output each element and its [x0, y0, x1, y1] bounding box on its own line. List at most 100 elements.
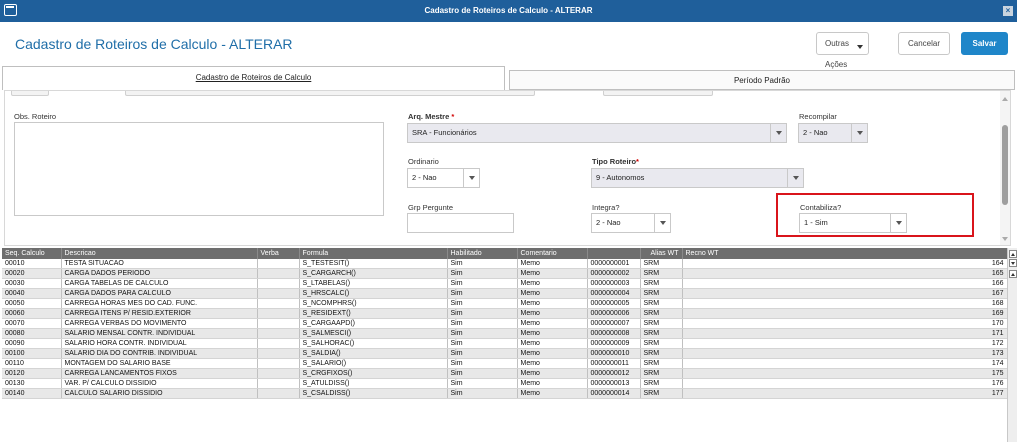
table-cell: Memo — [517, 318, 588, 330]
table-cell: SRM — [640, 268, 683, 280]
table-cell: CARGA DADOS PARA CALCULO — [61, 288, 258, 300]
obs-roteiro-textarea[interactable] — [14, 122, 384, 216]
table-row[interactable]: 00060 CARREGA ITENS P/ RESID.EXTERIOR S_RE… — [2, 308, 1007, 320]
column-header[interactable] — [587, 248, 641, 259]
table-cell: S_ATULDISS() — [299, 378, 448, 390]
chevron-down-icon[interactable] — [463, 169, 479, 187]
table-cell: 00030 — [2, 278, 62, 290]
arq-mestre-label-text: Arq. Mestre — [408, 112, 450, 121]
scroll-down-icon[interactable] — [1002, 237, 1008, 241]
table-cell: 169 — [682, 308, 1007, 320]
scroll-bottom-icon[interactable] — [1009, 259, 1017, 267]
chevron-down-icon[interactable] — [787, 169, 803, 187]
table-cell — [257, 368, 300, 380]
chevron-down-icon[interactable] — [654, 214, 670, 232]
table-cell: S_CRGFIXOS() — [299, 368, 448, 380]
table-cell — [257, 268, 300, 280]
table-cell: Sim — [447, 348, 518, 360]
table-row[interactable]: 00130 VAR. P/ CALCULO DISSIDIO S_ATULDISS(… — [2, 378, 1007, 390]
table-cell: 167 — [682, 288, 1007, 300]
table-cell: 0000000007 — [587, 318, 641, 330]
chevron-down-icon[interactable] — [890, 214, 906, 232]
chevron-down-icon[interactable] — [851, 124, 867, 142]
table-cell: Memo — [517, 288, 588, 300]
column-header[interactable]: Descricao — [61, 248, 258, 259]
save-button[interactable]: Salvar — [961, 32, 1008, 55]
table-cell: S_HRSCALC() — [299, 288, 448, 300]
contabiliza-select[interactable]: 1 - Sim — [799, 213, 907, 233]
table-cell: 00040 — [2, 288, 62, 300]
table-cell: 171 — [682, 328, 1007, 340]
table-cell — [257, 338, 300, 350]
ordinario-select[interactable]: 2 - Nao — [407, 168, 480, 188]
roteiros-table: Seq. Calculo Descricao Verba Formula Hab… — [2, 248, 1007, 400]
table-cell: SALARIO HORA CONTR. INDIVIDUAL — [61, 338, 258, 350]
table-cell: 0000000002 — [587, 268, 641, 280]
table-cell: 00070 — [2, 318, 62, 330]
column-header[interactable]: Verba — [257, 248, 300, 259]
table-cell: Sim — [447, 338, 518, 350]
table-cell: 173 — [682, 348, 1007, 360]
tab-cadastro-roteiros[interactable]: Cadastro de Roteiros de Calculo — [2, 66, 505, 90]
table-cell: 170 — [682, 318, 1007, 330]
table-cell: Sim — [447, 259, 518, 270]
integra-select[interactable]: 2 - Nao — [591, 213, 671, 233]
tab-periodo-padrao[interactable]: Período Padrão — [509, 70, 1015, 90]
integra-label: Integra? — [592, 203, 620, 212]
table-cell: SRM — [640, 259, 683, 270]
table-row[interactable]: 00100 SALARIO DIA DO CONTRIB. INDIVIDUAL S… — [2, 348, 1007, 360]
scrolled-field[interactable] — [125, 91, 535, 96]
table-row[interactable]: 00010 TESTA SITUACAO S_TESTESIT() Sim Memo 00… — [2, 259, 1007, 270]
tipo-roteiro-label: Tipo Roteiro* — [592, 157, 639, 166]
scroll-up-icon[interactable] — [1009, 270, 1017, 278]
window-close-button[interactable]: × — [1003, 6, 1013, 16]
required-mark: * — [636, 157, 639, 166]
ordinario-value: 2 - Nao — [412, 173, 437, 182]
table-row[interactable]: 00120 CARREGA LANCAMENTOS FIXOS S_CRGFIXOS… — [2, 368, 1007, 380]
column-header[interactable]: Alias WT — [640, 248, 683, 259]
table-row[interactable]: 00090 SALARIO HORA CONTR. INDIVIDUAL S_SAL… — [2, 338, 1007, 350]
column-header[interactable]: Habilitado — [447, 248, 518, 259]
column-header[interactable]: Seq. Calculo — [2, 248, 62, 259]
scrolled-field[interactable] — [11, 91, 49, 96]
grid-scrollbar[interactable] — [1007, 248, 1017, 442]
recompilar-label: Recompilar — [799, 112, 837, 121]
table-cell: S_SALHORAC() — [299, 338, 448, 350]
tipo-roteiro-select[interactable]: 9 - Autonomos — [591, 168, 804, 188]
table-cell: SRM — [640, 318, 683, 330]
outras-acoes-button[interactable]: Outras Ações — [816, 32, 869, 69]
table-row[interactable]: 00050 CARREGA HORAS MES DO CAD. FUNC. S_NC… — [2, 298, 1007, 310]
chevron-down-icon[interactable] — [770, 124, 786, 142]
table-cell: Memo — [517, 388, 588, 400]
scrolled-field[interactable] — [603, 91, 713, 96]
table-cell: Sim — [447, 328, 518, 340]
table-row[interactable]: 00040 CARGA DADOS PARA CALCULO S_HRSCALC()… — [2, 288, 1007, 300]
table-cell — [257, 318, 300, 330]
table-cell: SRM — [640, 338, 683, 350]
table-row[interactable]: 00080 SALARIO MENSAL CONTR. INDIVIDUAL S_S… — [2, 328, 1007, 340]
grp-pergunte-input[interactable] — [407, 213, 514, 233]
table-row[interactable]: 00140 CALCULO SALARIO DISSIDIO S_CSALDISS(… — [2, 388, 1007, 400]
table-cell: CARREGA ITENS P/ RESID.EXTERIOR — [61, 308, 258, 320]
table-row[interactable]: 00070 CARREGA VERBAS DO MOVIMENTO S_CARGAA… — [2, 318, 1007, 330]
window-title: Cadastro de Roteiros de Calculo - ALTERA… — [424, 6, 593, 15]
table-cell — [257, 348, 300, 360]
table-cell — [257, 298, 300, 310]
table-cell: SRM — [640, 278, 683, 290]
column-header[interactable]: Formula — [299, 248, 448, 259]
scrollbar-thumb[interactable] — [1002, 125, 1008, 205]
scroll-top-icon[interactable] — [1009, 250, 1017, 258]
column-header[interactable]: Recno WT — [682, 248, 1007, 259]
scroll-up-icon[interactable] — [1002, 97, 1008, 101]
cancel-button[interactable]: Cancelar — [898, 32, 950, 55]
recompilar-select[interactable]: 2 - Nao — [798, 123, 868, 143]
chevron-down-icon — [857, 45, 863, 49]
table-row[interactable]: 00030 CARGA TABELAS DE CALCULO S_LTABELAS(… — [2, 278, 1007, 290]
table-cell: 0000000011 — [587, 358, 641, 370]
table-row[interactable]: 00110 MONTAGEM DO SALARIO BASE S_SALARIO()… — [2, 358, 1007, 370]
arq-mestre-select[interactable]: SRA - Funcionários — [407, 123, 787, 143]
column-header[interactable]: Comentario — [517, 248, 588, 259]
table-row[interactable]: 00020 CARGA DADOS PERIODO S_CARGARCH() Sim M… — [2, 268, 1007, 280]
form-scrollbar[interactable] — [1000, 91, 1010, 245]
table-cell: 0000000010 — [587, 348, 641, 360]
